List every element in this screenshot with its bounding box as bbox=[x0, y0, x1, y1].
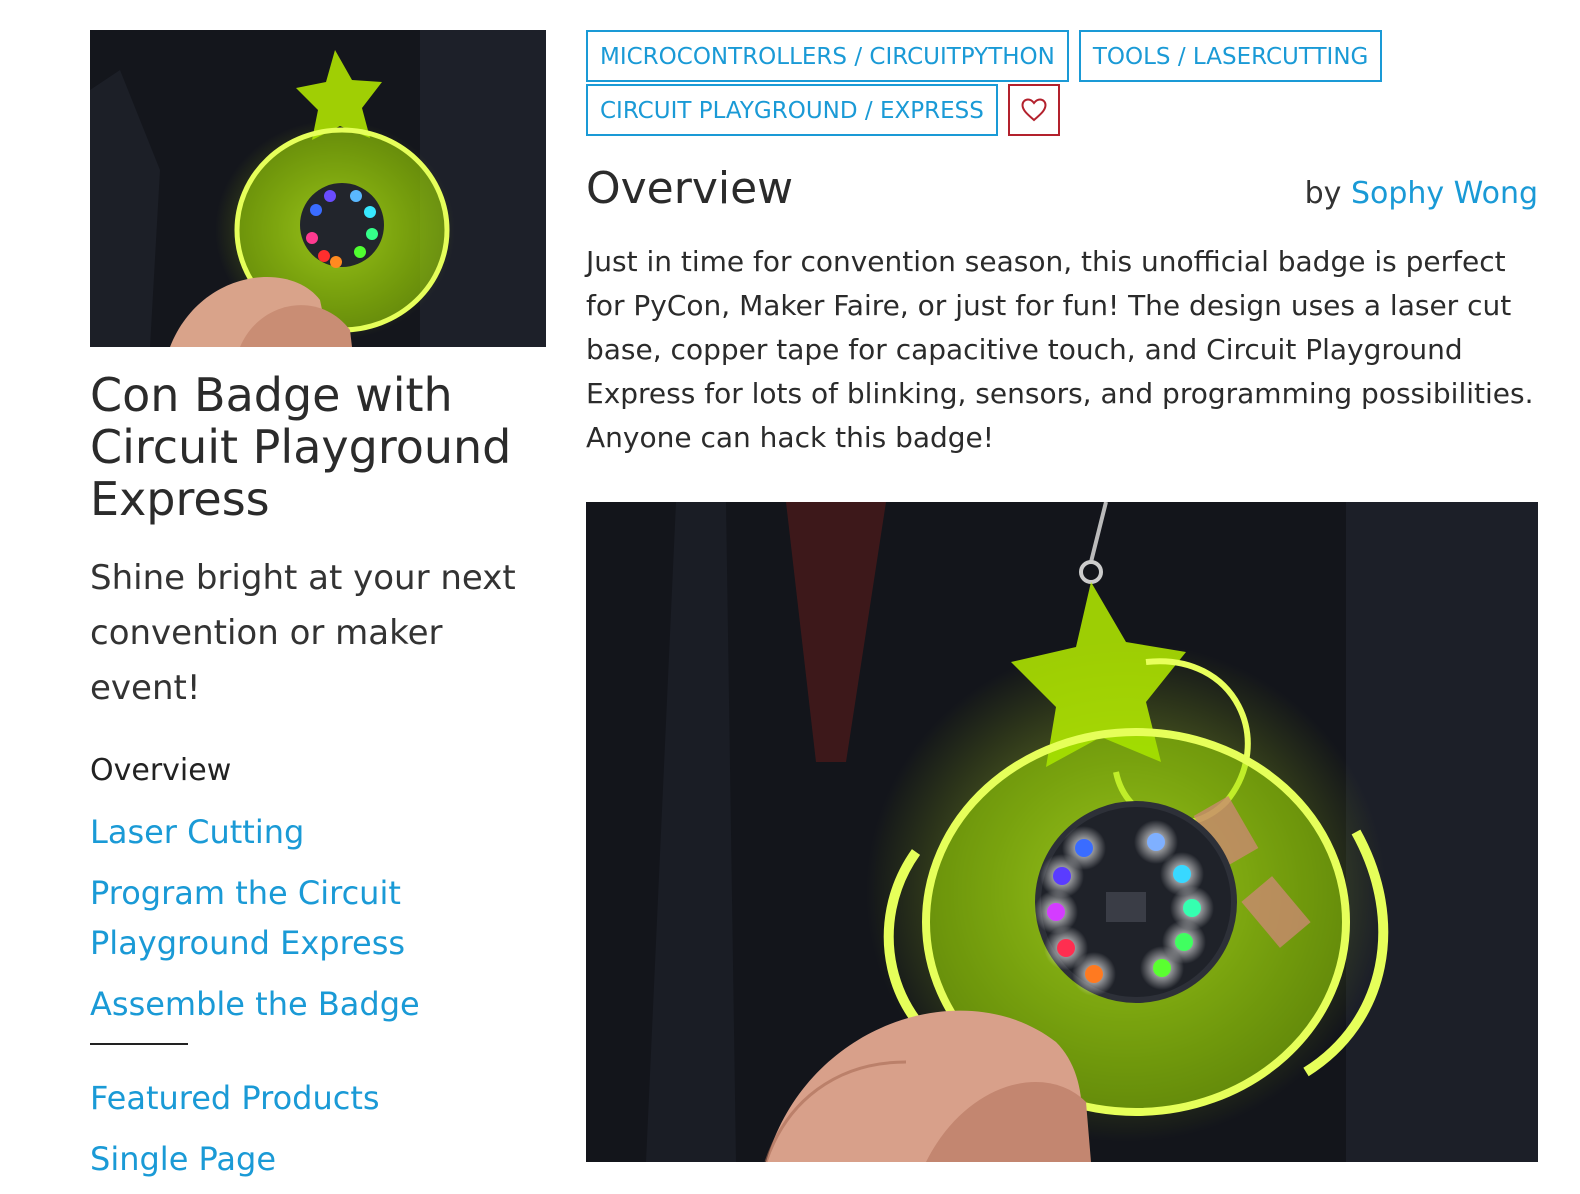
tag-circuit-playground-express[interactable]: CIRCUIT PLAYGROUND / EXPRESS bbox=[586, 84, 998, 136]
toc-item-assemble-badge[interactable]: Assemble the Badge bbox=[90, 979, 546, 1029]
guide-page: Con Badge with Circuit Playground Expres… bbox=[0, 0, 1580, 1194]
badge-photo-illustration bbox=[90, 30, 546, 347]
toc-divider bbox=[90, 1043, 546, 1045]
toc-item-overview: Overview bbox=[90, 753, 232, 788]
guide-title: Con Badge with Circuit Playground Expres… bbox=[90, 368, 512, 526]
table-of-contents: Overview Laser Cutting Program the Circu… bbox=[90, 746, 546, 1184]
toc-item-laser-cutting[interactable]: Laser Cutting bbox=[90, 807, 546, 857]
page-heading: Overview bbox=[586, 163, 794, 214]
tag-microcontrollers-circuitpython[interactable]: MICROCONTROLLERS / CIRCUITPYTHON bbox=[586, 30, 1069, 82]
badge-photo-large-illustration bbox=[586, 502, 1538, 1162]
overview-hero-image bbox=[586, 502, 1538, 1162]
heart-outline-icon bbox=[1021, 98, 1047, 122]
toc-item-program-circuit-playground[interactable]: Program the Circuit Playground Express bbox=[90, 868, 546, 968]
byline-prefix: by bbox=[1304, 176, 1342, 211]
intro-paragraph: Just in time for convention season, this… bbox=[586, 245, 1534, 454]
guide-content: MICROCONTROLLERS / CIRCUITPYTHON TOOLS /… bbox=[586, 30, 1538, 1162]
guide-thumbnail-image bbox=[90, 30, 546, 347]
tag-tools-lasercutting[interactable]: TOOLS / LASERCUTTING bbox=[1078, 30, 1383, 82]
category-tags: MICROCONTROLLERS / CIRCUITPYTHON TOOLS /… bbox=[586, 30, 1486, 136]
guide-subtitle: Shine bright at your next convention or … bbox=[90, 558, 516, 708]
page-heading-row: Overview by Sophy Wong bbox=[586, 164, 1538, 214]
guide-sidebar: Con Badge with Circuit Playground Expres… bbox=[90, 30, 546, 1194]
author-link[interactable]: Sophy Wong bbox=[1351, 176, 1538, 211]
author-byline: by Sophy Wong bbox=[1305, 176, 1538, 211]
toc-item-featured-products[interactable]: Featured Products bbox=[90, 1073, 546, 1123]
favorite-button[interactable] bbox=[1007, 84, 1060, 136]
toc-item-single-page[interactable]: Single Page bbox=[90, 1134, 546, 1184]
